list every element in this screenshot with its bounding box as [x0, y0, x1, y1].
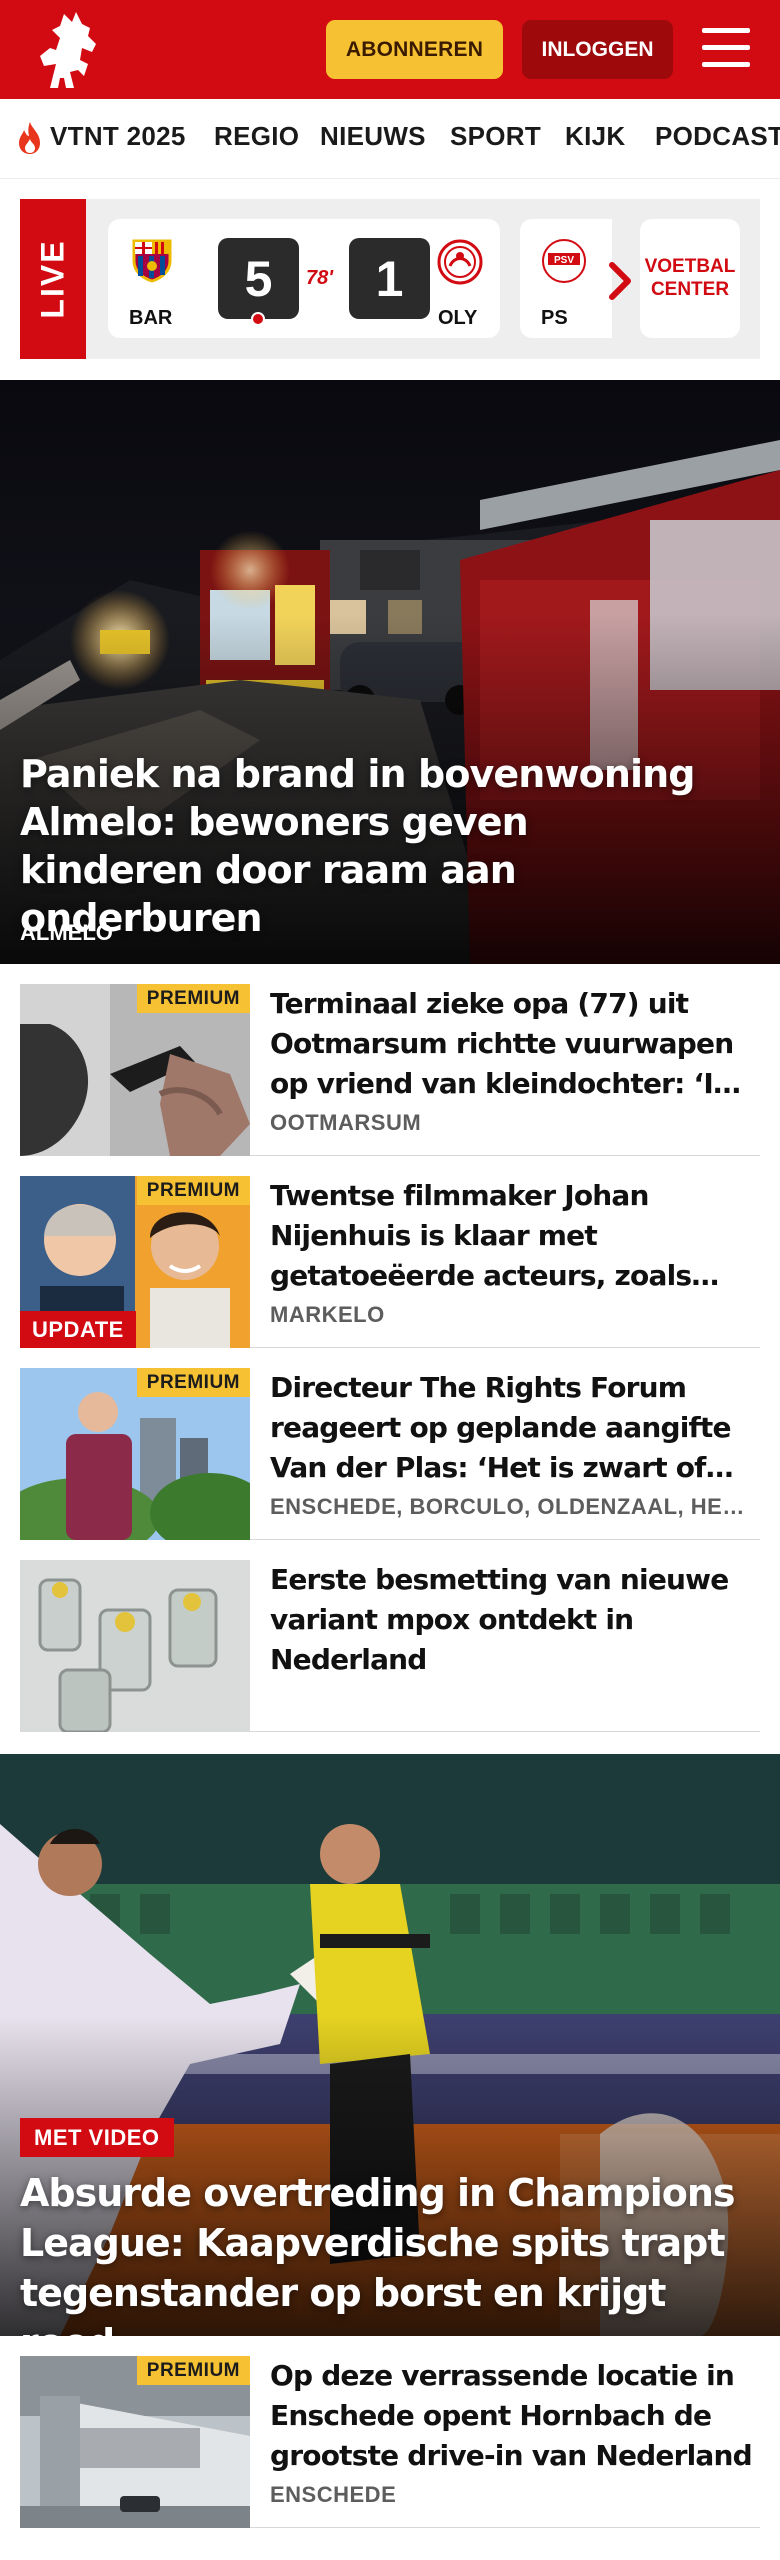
- hero-article[interactable]: Paniek na brand in bovenwoning Almelo: b…: [0, 380, 780, 964]
- olympiakos-crest: [437, 239, 483, 285]
- article-thumbnail: PREMIUM: [20, 2356, 250, 2528]
- nav-item-kijk[interactable]: KIJK: [565, 121, 625, 152]
- svg-text:PSV: PSV: [554, 255, 574, 266]
- live-scores-strip: LIVE BAR 5 78' 1 OLY PSV PS VOETBAL CENT…: [20, 199, 760, 359]
- nav-item-sport[interactable]: SPORT: [450, 121, 541, 152]
- login-button[interactable]: INLOGGEN: [522, 20, 673, 79]
- live-match-card[interactable]: BAR 5 78' 1 OLY: [108, 219, 500, 338]
- article-location: OOTMARSUM: [270, 1110, 422, 1135]
- article-item[interactable]: PREMIUM Op deze verrassende locatie in E…: [20, 2356, 760, 2528]
- next-match-card[interactable]: PSV PS: [520, 219, 612, 338]
- video-hero-article[interactable]: MET VIDEO Absurde overtreding in Champio…: [0, 1754, 780, 2336]
- nav-item-podcast[interactable]: PODCAST: [655, 121, 780, 152]
- nav-item-regio[interactable]: REGIO: [214, 121, 299, 152]
- article-title[interactable]: Twentse filmmaker Johan Nijenhuis is kla…: [270, 1176, 754, 1296]
- video-badge: MET VIDEO: [20, 2118, 174, 2157]
- match-minute: 78': [306, 267, 334, 289]
- main-nav: VTNT 2025 REGIO NIEUWS SPORT KIJK PODCAS…: [0, 99, 780, 179]
- live-indicator-dot: [251, 312, 265, 326]
- article-thumbnail: PREMIUM UPDATE: [20, 1176, 250, 1348]
- hero-location: ALMELO: [20, 920, 113, 945]
- article-title[interactable]: Directeur The Rights Forum reageert op g…: [270, 1368, 754, 1488]
- article-thumbnail: PREMIUM: [20, 984, 250, 1156]
- voetbal-center-link[interactable]: VOETBAL CENTER: [640, 219, 740, 338]
- home-team-code: BAR: [129, 307, 173, 329]
- away-team-code: OLY: [438, 307, 478, 329]
- hamburger-menu-icon[interactable]: [700, 24, 754, 74]
- article-location: MARKELO: [270, 1302, 385, 1327]
- article-location: ENSCHEDE, BORCULO, OLDENZAAL, HENGELO: [270, 1494, 754, 1519]
- article-item[interactable]: PREMIUM Terminaal zieke opa (77) uit Oot…: [20, 984, 760, 1156]
- tubantia-horse-logo[interactable]: [30, 8, 110, 92]
- nav-item-vtnt-2025[interactable]: VTNT 2025: [50, 121, 186, 152]
- article-title[interactable]: Terminaal zieke opa (77) uit Ootmarsum r…: [270, 984, 754, 1104]
- update-badge: UPDATE: [20, 1311, 136, 1348]
- psv-crest: PSV: [542, 239, 586, 283]
- premium-badge: PREMIUM: [136, 1368, 250, 1397]
- premium-badge: PREMIUM: [136, 984, 250, 1013]
- premium-badge: PREMIUM: [136, 1176, 250, 1205]
- article-title[interactable]: Op deze verrassende locatie in Enschede …: [270, 2356, 754, 2476]
- premium-badge: PREMIUM: [136, 2356, 250, 2385]
- article-item[interactable]: PREMIUM UPDATE Twentse filmmaker Johan N…: [20, 1176, 760, 1348]
- article-location: ENSCHEDE: [270, 2482, 397, 2507]
- barcelona-crest: [132, 239, 172, 283]
- hero-title[interactable]: Paniek na brand in bovenwoning Almelo: b…: [20, 750, 720, 942]
- chevron-right-icon[interactable]: [604, 261, 638, 301]
- article-thumbnail: [20, 1560, 250, 1732]
- top-header: ABONNEREN INLOGGEN: [0, 0, 780, 99]
- article-title[interactable]: Eerste besmetting van nieuwe variant mpo…: [270, 1560, 754, 1680]
- home-score: 5: [218, 238, 299, 319]
- nav-item-nieuws[interactable]: NIEUWS: [320, 121, 426, 152]
- article-item[interactable]: PREMIUM Directeur The Rights Forum reage…: [20, 1368, 760, 1540]
- next-match-team-code: PS: [541, 307, 568, 329]
- live-label: LIVE: [20, 199, 86, 359]
- away-score: 1: [349, 238, 430, 319]
- article-item[interactable]: Eerste besmetting van nieuwe variant mpo…: [20, 1560, 760, 1732]
- subscribe-button[interactable]: ABONNEREN: [326, 20, 503, 79]
- article-thumbnail: PREMIUM: [20, 1368, 250, 1540]
- hero2-title[interactable]: Absurde overtreding in Champions League:…: [20, 2168, 760, 2336]
- flame-icon: [19, 122, 40, 154]
